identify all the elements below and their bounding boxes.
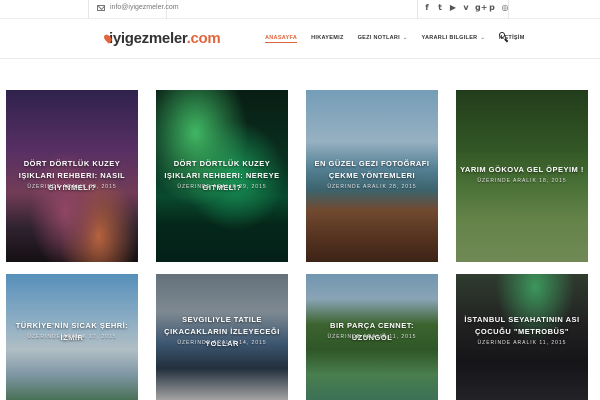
post-card[interactable]: DÖRT DÖRTLÜK KUZEY IŞIKLARI REHBERI: NER… [156, 90, 288, 262]
nav-label: GEZI NOTLARI [357, 35, 401, 41]
google-plus-icon[interactable]: g+ [475, 3, 487, 13]
contact-email[interactable]: info@iyigezmeler.com [97, 4, 179, 11]
post-title[interactable]: İSTANBUL SEYAHATININ ASI ÇOCUĞU "METROBÜ… [460, 314, 584, 338]
nav-label: ANASAYFA [265, 35, 298, 41]
twitter-icon[interactable]: t [436, 3, 444, 13]
pinterest-icon[interactable]: p [488, 3, 496, 13]
post-card[interactable]: DÖRT DÖRTLÜK KUZEY IŞIKLARI REHBERI: NAS… [6, 90, 138, 262]
post-date: ÜZERINDE ARALIK 29, 2015 [177, 184, 267, 190]
logo-text: iyigezmeler [109, 30, 187, 47]
post-title[interactable]: TÜRKİYE'NİN SICAK ŞEHRİ: İZMİR [10, 320, 134, 344]
nav-item-hikayemiz[interactable]: HIKAYEMIZ [311, 35, 343, 43]
site-logo[interactable]: iyigezmeler.com [102, 30, 221, 47]
nav-item-yararli-bilgiler[interactable]: YARARLI BILGILER ⌄ [422, 35, 485, 43]
post-date: ÜZERINDE ARALIK 11, 2015 [327, 334, 417, 340]
search-icon[interactable] [499, 32, 509, 42]
divider [88, 0, 89, 19]
post-card[interactable]: İSTANBUL SEYAHATININ ASI ÇOCUĞU "METROBÜ… [456, 274, 588, 400]
top-bar: info@iyigezmeler.com f t ▶ v g+ p ◎ [0, 0, 600, 19]
post-date: ÜZERINDE ARALIK 14, 2015 [177, 340, 267, 346]
post-date: ÜZERINDE ARALIK 30, 2015 [27, 184, 117, 190]
main-nav: ANASAYFA HIKAYEMIZ GEZI NOTLARI ⌄ YARARLI… [265, 35, 539, 43]
image-overlay [456, 90, 588, 262]
logo-suffix: .com [186, 30, 221, 47]
post-title[interactable]: BIR PARÇA CENNET: UZUNGÖL [310, 320, 434, 344]
vimeo-icon[interactable]: v [462, 3, 470, 13]
site-header: iyigezmeler.com ANASAYFA HIKAYEMIZ GEZI … [0, 19, 600, 59]
post-card[interactable]: SEVGILIYLE TATILE ÇIKACAKLARIN İZLEYECEĞ… [156, 274, 288, 400]
nav-item-gezi-notlari[interactable]: GEZI NOTLARI ⌄ [358, 35, 408, 43]
social-links: f t ▶ v g+ p ◎ [423, 3, 509, 13]
search-icon-handle [504, 38, 509, 42]
instagram-icon[interactable]: ◎ [501, 3, 509, 13]
post-title[interactable]: YARIM GÖKOVA GEL ÖPEYIM ! [460, 164, 584, 176]
post-card[interactable]: BIR PARÇA CENNET: UZUNGÖL ÜZERINDE ARALI… [306, 274, 438, 400]
post-title[interactable]: EN GÜZEL GEZI FOTOĞRAFI ÇEKME YÖNTEMLERI [310, 158, 434, 182]
email-text: info@iyigezmeler.com [110, 4, 179, 11]
nav-label: YARARLI BILGILER [421, 35, 478, 41]
post-date: ÜZERINDE ARALIK 11, 2015 [477, 340, 567, 346]
nav-label: HIKAYEMIZ [311, 35, 344, 41]
post-card[interactable]: YARIM GÖKOVA GEL ÖPEYIM ! ÜZERINDE ARALI… [456, 90, 588, 262]
envelope-icon [97, 4, 105, 11]
post-card[interactable]: TÜRKİYE'NİN SICAK ŞEHRİ: İZMİR ÜZERINDE … [6, 274, 138, 400]
chevron-down-icon: ⌄ [403, 35, 408, 41]
search-icon-ring [499, 32, 505, 38]
divider [417, 0, 418, 19]
post-date: ÜZERINDE ARALIK 17, 2015 [27, 334, 117, 340]
post-date: ÜZERINDE ARALIK 18, 2015 [477, 178, 567, 184]
nav-item-anasayfa[interactable]: ANASAYFA [265, 35, 298, 43]
youtube-icon[interactable]: ▶ [449, 3, 457, 13]
chevron-down-icon: ⌄ [480, 35, 485, 41]
facebook-icon[interactable]: f [423, 3, 431, 13]
post-card[interactable]: EN GÜZEL GEZI FOTOĞRAFI ÇEKME YÖNTEMLERI… [306, 90, 438, 262]
post-date: ÜZERINDE ARALIK 28, 2015 [327, 184, 417, 190]
